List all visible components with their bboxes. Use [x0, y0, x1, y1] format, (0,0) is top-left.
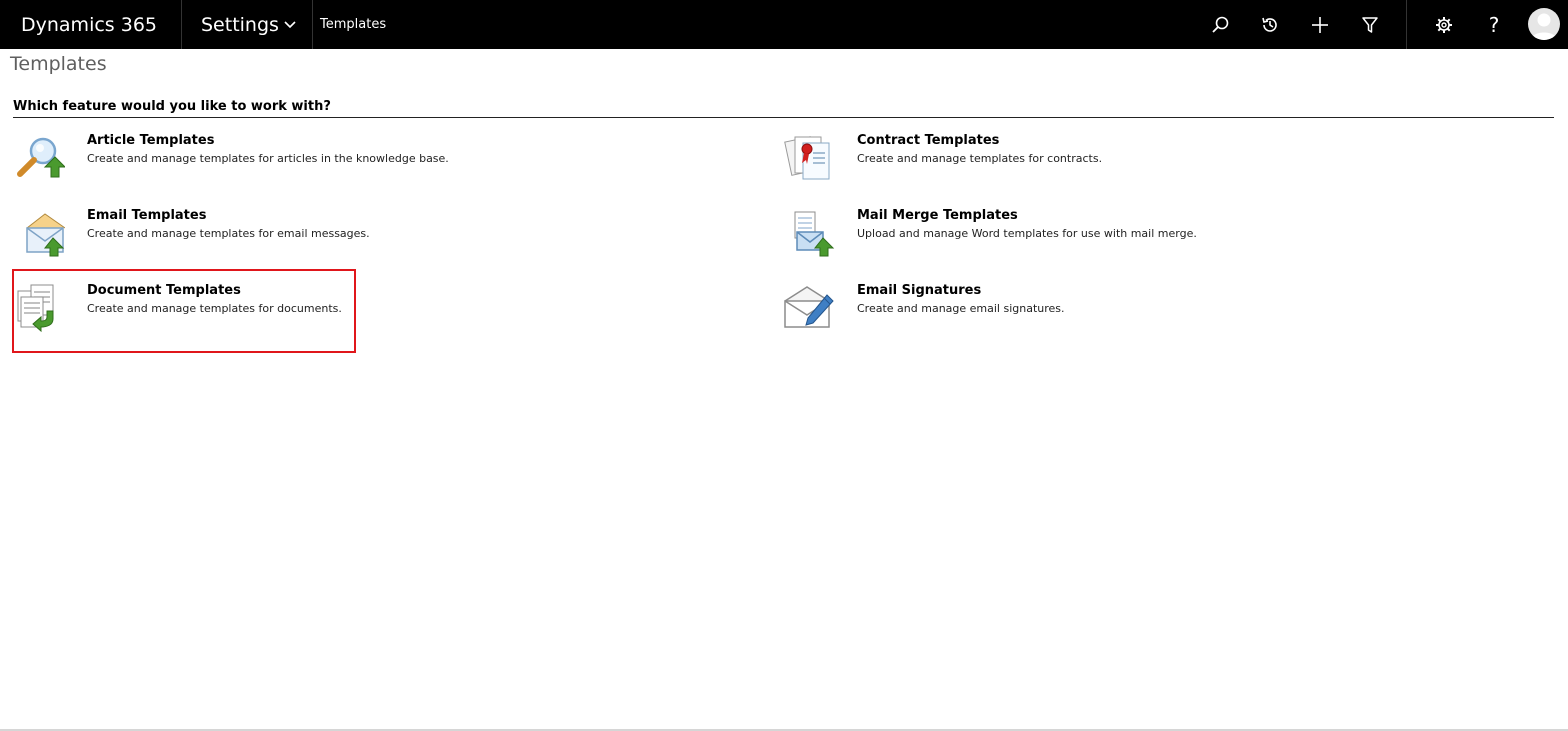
feature-contract-templates[interactable]: Contract Templates Create and manage tem…	[783, 133, 1483, 193]
avatar[interactable]	[1528, 8, 1560, 40]
feature-description: Create and manage email signatures.	[857, 302, 1065, 315]
advanced-find-button[interactable]	[1345, 0, 1395, 49]
plus-icon	[1312, 16, 1328, 33]
feature-description: Create and manage templates for email me…	[87, 227, 370, 240]
new-record-button[interactable]	[1295, 0, 1345, 49]
contract-template-icon	[784, 136, 830, 180]
help-icon: ?	[1488, 12, 1500, 37]
feature-title: Email Signatures	[857, 283, 982, 298]
feature-title: Email Templates	[87, 208, 207, 223]
feature-title: Mail Merge Templates	[857, 208, 1018, 223]
feature-email-signatures[interactable]: Email Signatures Create and manage email…	[783, 283, 1483, 343]
selection-highlight	[12, 269, 356, 353]
chevron-down-icon	[284, 21, 296, 29]
article-template-icon	[17, 137, 65, 178]
feature-description: Create and manage templates for articles…	[87, 152, 449, 165]
settings-button[interactable]	[1419, 0, 1469, 49]
mail-merge-template-icon	[794, 211, 835, 257]
help-button[interactable]: ?	[1469, 0, 1519, 49]
section-heading: Which feature would you like to work wit…	[13, 99, 1554, 118]
area-label: Settings	[201, 13, 279, 36]
nav-separator	[1406, 0, 1407, 49]
area-selector[interactable]: Settings	[182, 0, 313, 49]
filter-icon	[1362, 16, 1378, 33]
brand-label: Dynamics 365	[21, 13, 157, 36]
search-icon	[1212, 16, 1229, 33]
email-template-icon	[26, 213, 65, 257]
feature-description: Upload and manage Word templates for use…	[857, 227, 1197, 240]
top-nav-bar: Dynamics 365 Settings Templates ?	[0, 0, 1568, 49]
recent-button[interactable]	[1245, 0, 1295, 49]
breadcrumb-label: Templates	[320, 17, 387, 32]
user-icon	[1531, 13, 1557, 40]
breadcrumb[interactable]: Templates	[320, 0, 386, 49]
app-brand[interactable]: Dynamics 365	[0, 0, 182, 49]
feature-email-templates[interactable]: Email Templates Create and manage templa…	[13, 208, 713, 268]
gear-icon	[1436, 16, 1452, 33]
feature-mail-merge-templates[interactable]: Mail Merge Templates Upload and manage W…	[783, 208, 1483, 268]
feature-description: Create and manage templates for contract…	[857, 152, 1103, 165]
recent-icon	[1262, 17, 1277, 32]
search-button[interactable]	[1195, 0, 1245, 49]
feature-title: Contract Templates	[857, 133, 1000, 148]
page-title: Templates	[10, 53, 107, 75]
feature-title: Article Templates	[87, 133, 215, 148]
feature-article-templates[interactable]: Article Templates Create and manage temp…	[13, 133, 713, 193]
email-signature-icon	[784, 286, 834, 328]
